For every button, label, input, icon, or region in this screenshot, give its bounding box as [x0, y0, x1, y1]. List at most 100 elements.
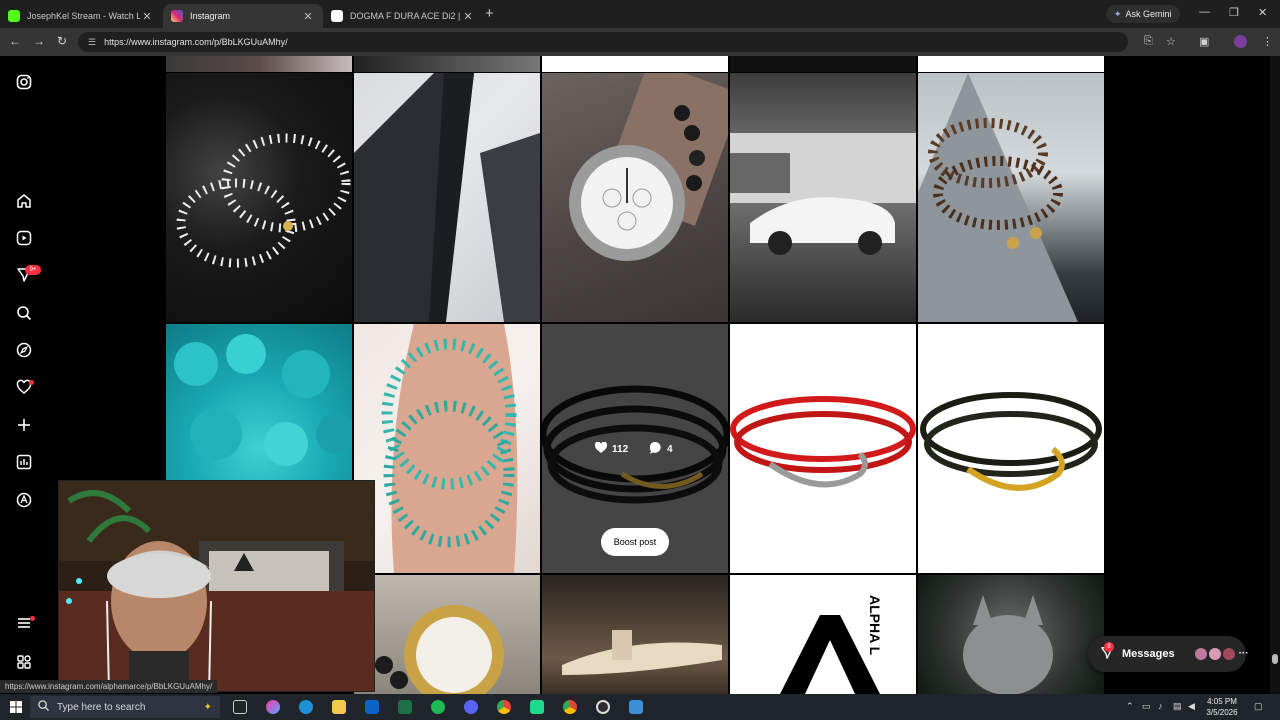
- url-bar[interactable]: ☰ https://www.instagram.com/p/BbLKGUuAMh…: [78, 32, 1128, 52]
- close-window-icon[interactable]: ✕: [1258, 6, 1267, 19]
- post-black-rope-gold-hook[interactable]: [918, 324, 1104, 573]
- browser-menu-icon[interactable]: ⋮: [1262, 35, 1273, 48]
- streamer-webcam-image: [59, 481, 374, 691]
- side-panel-icon[interactable]: ▣: [1199, 35, 1209, 48]
- post-tile-partial[interactable]: [918, 56, 1104, 72]
- post-black-stones-bracelet[interactable]: [166, 73, 352, 322]
- site-info-icon[interactable]: ☰: [88, 37, 96, 48]
- post-tile-partial[interactable]: [730, 56, 916, 72]
- status-url-text: https://www.instagram.com/alphamarce/p/B…: [5, 682, 213, 691]
- copilot-icon[interactable]: [266, 700, 280, 714]
- clock-date: 3/5/2026: [1206, 708, 1238, 717]
- explore-icon[interactable]: [14, 340, 34, 360]
- file-explorer-icon[interactable]: [332, 700, 346, 714]
- post-red-rope-hook[interactable]: [730, 324, 916, 573]
- tab-instagram[interactable]: Instagram ✕: [163, 4, 323, 28]
- tab-dogma[interactable]: DOGMA F DURA ACE Di2 | en | ✕: [323, 4, 483, 28]
- boost-post-button[interactable]: Boost post: [601, 528, 669, 556]
- tab-title: Instagram: [190, 11, 231, 21]
- back-icon[interactable]: ←: [9, 34, 21, 48]
- network-icon[interactable]: ▤: [1173, 701, 1182, 712]
- instagram-logo-icon[interactable]: [14, 72, 34, 92]
- tab-josephkel-stream[interactable]: JosephKel Stream - Watch Live ✕: [0, 4, 162, 28]
- comments-value: 4: [667, 444, 673, 455]
- post-white-ferrari[interactable]: [730, 73, 916, 322]
- volume-icon[interactable]: ◀: [1188, 701, 1195, 712]
- close-tab-icon[interactable]: ✕: [301, 10, 315, 23]
- post-tile-partial[interactable]: [166, 56, 352, 72]
- microphone-icon[interactable]: ♪: [1158, 701, 1163, 711]
- avatar: [1194, 648, 1207, 660]
- bracelet-image: [176, 133, 351, 268]
- taskbar-clock[interactable]: 4:05 PM 3/5/2026: [1200, 696, 1244, 718]
- page-scrollbar[interactable]: [1270, 56, 1280, 694]
- windows-start-icon[interactable]: [10, 700, 22, 718]
- alpha-logo-image: ALPHA L: [780, 595, 883, 694]
- pycharm-icon[interactable]: [530, 700, 544, 714]
- minimize-icon[interactable]: —: [1199, 6, 1210, 18]
- create-icon[interactable]: [14, 415, 34, 435]
- search-icon[interactable]: [14, 303, 34, 323]
- chrome-profile-icon[interactable]: [563, 700, 577, 714]
- install-app-icon[interactable]: ⎘: [1144, 35, 1153, 48]
- link-status-bar: https://www.instagram.com/alphamarce/p/B…: [0, 680, 218, 693]
- likes-count: 112: [594, 441, 628, 456]
- post-skyscraper[interactable]: [354, 73, 540, 322]
- notification-badge: 9+: [25, 265, 41, 275]
- instagram-page: 9+ 112 4 Boost post ALPHA L Messages ···…: [0, 56, 1280, 694]
- profile-avatar[interactable]: [1234, 35, 1247, 48]
- post-wood-bead-bracelets[interactable]: [918, 73, 1104, 322]
- meta-apps-icon[interactable]: [14, 652, 34, 672]
- battery-icon[interactable]: ▭: [1142, 701, 1151, 712]
- dashboard-icon[interactable]: [14, 452, 34, 472]
- new-tab-button[interactable]: +: [485, 5, 494, 22]
- windows-taskbar: Type here to search ✦ ⌃ ▭ ♪ ▤ ◀ 4:05 PM …: [0, 694, 1280, 720]
- menu-dot: [30, 616, 35, 621]
- post-turquoise-bracelet-hand[interactable]: [354, 324, 540, 573]
- instagram-favicon-icon: [171, 10, 183, 22]
- tab-title: DOGMA F DURA ACE Di2 | en |: [350, 11, 461, 21]
- post-watch-on-wrist[interactable]: [542, 73, 728, 322]
- taskbar-search-input[interactable]: Type here to search ✦: [30, 696, 220, 718]
- spotify-icon[interactable]: [431, 700, 445, 714]
- task-view-icon[interactable]: [233, 700, 247, 714]
- more-icon: ···: [1238, 648, 1249, 659]
- rope-bracelet-image: [920, 392, 1102, 491]
- post-private-jet[interactable]: [542, 575, 728, 694]
- bookmark-star-icon[interactable]: ☆: [1166, 35, 1176, 48]
- reels-icon[interactable]: [14, 228, 34, 248]
- ask-gemini-button[interactable]: ✦ Ask Gemini: [1106, 5, 1180, 23]
- browser-tab-strip: JosephKel Stream - Watch Live ✕ Instagra…: [0, 0, 1280, 28]
- close-tab-icon[interactable]: ✕: [461, 10, 475, 23]
- excel-icon[interactable]: [398, 700, 412, 714]
- discord-icon[interactable]: [464, 700, 478, 714]
- threads-icon[interactable]: [14, 490, 34, 510]
- post-alpha-logo[interactable]: ALPHA L: [730, 575, 916, 694]
- edge-icon[interactable]: [299, 700, 313, 714]
- webcam-overlay: [58, 480, 375, 692]
- obs-icon[interactable]: [596, 700, 610, 714]
- gemini-sparkle-icon: ✦: [1114, 8, 1122, 19]
- scrollbar-thumb[interactable]: [1272, 654, 1278, 664]
- post-wolf[interactable]: [918, 575, 1104, 694]
- close-tab-icon[interactable]: ✕: [140, 10, 154, 23]
- messages-button[interactable]: Messages ···: [1088, 636, 1249, 672]
- post-black-rope-hook[interactable]: 112 4 Boost post: [542, 324, 728, 573]
- page-favicon-icon: [331, 10, 343, 22]
- reload-icon[interactable]: ↻: [57, 34, 67, 48]
- post-tile-partial[interactable]: [542, 56, 728, 72]
- notification-center-icon[interactable]: ▢: [1254, 701, 1263, 712]
- restore-icon[interactable]: ❐: [1229, 6, 1239, 19]
- heart-icon: [594, 441, 608, 456]
- chrome-icon[interactable]: [497, 700, 511, 714]
- bracelet-image: [381, 324, 518, 573]
- app-icon[interactable]: [629, 700, 643, 714]
- messages-label: Messages: [1122, 648, 1175, 660]
- svg-text:ALPHA L: ALPHA L: [867, 595, 883, 656]
- show-hidden-icons[interactable]: ⌃: [1126, 701, 1134, 712]
- outlook-icon[interactable]: [365, 700, 379, 714]
- post-tile-partial[interactable]: [354, 56, 540, 72]
- home-icon[interactable]: [14, 191, 34, 211]
- post-gold-rolex[interactable]: [354, 575, 540, 694]
- forward-icon[interactable]: →: [33, 34, 45, 48]
